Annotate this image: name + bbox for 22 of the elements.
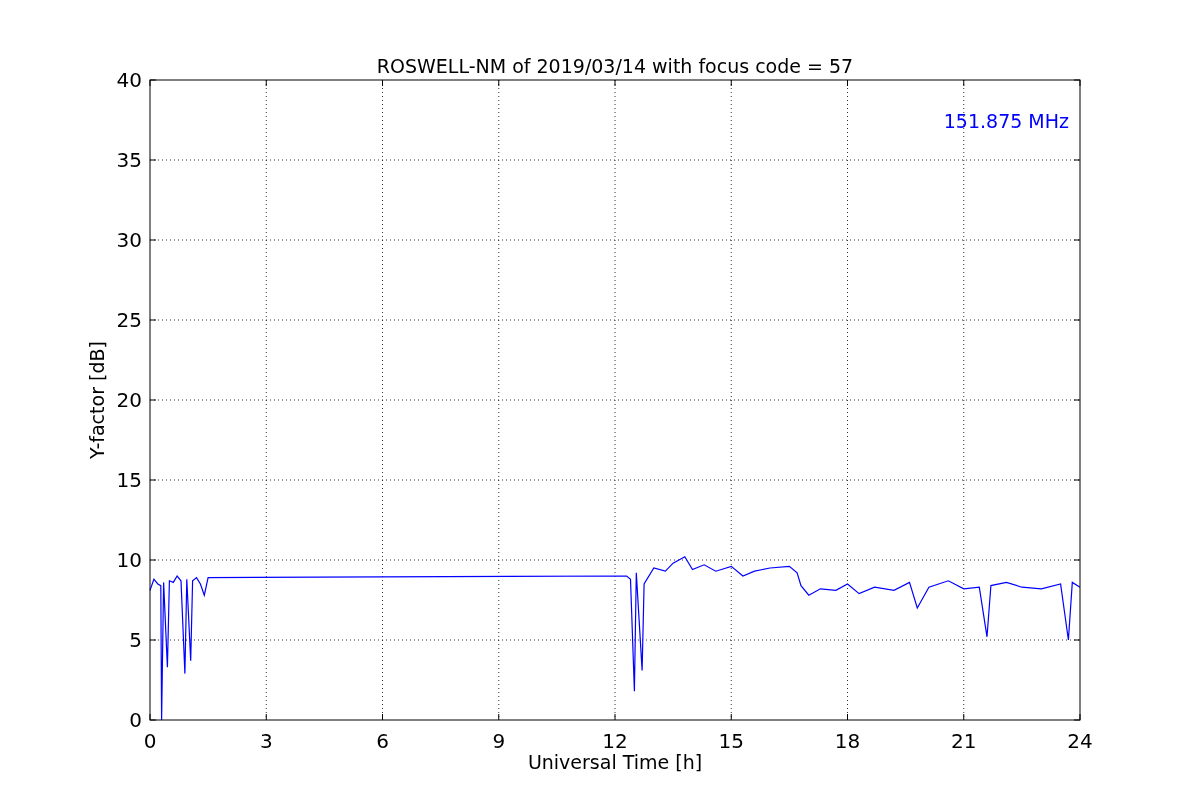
y-tick-label: 10 [116, 548, 142, 572]
x-tick-label: 18 [834, 729, 861, 753]
chart-title: ROSWELL-NM of 2019/03/14 with focus code = 57 [376, 55, 854, 77]
x-axis-label: Universal Time [h] [527, 751, 703, 773]
x-tick-label: 9 [492, 729, 506, 753]
y-tick-label: 25 [116, 308, 142, 332]
y-tick-label: 5 [129, 628, 142, 652]
x-tick-label: 21 [951, 729, 977, 753]
x-tick-label: 15 [718, 729, 744, 753]
y-tick-label: 15 [116, 468, 142, 492]
x-tick-label: 3 [259, 729, 273, 753]
x-tick-label: 6 [376, 729, 389, 753]
frequency-annotation: 151.875 MHz [943, 110, 1069, 132]
x-tick-label: 0 [143, 729, 157, 753]
y-tick-label: 30 [116, 228, 142, 252]
y-axis-label: Y-factor [dB] [86, 341, 108, 459]
y-tick-label: 35 [116, 148, 142, 172]
y-tick-label: 0 [129, 708, 142, 732]
y-tick-label: 40 [116, 68, 142, 92]
x-tick-label: 12 [602, 729, 628, 753]
y-tick-label: 20 [116, 388, 142, 412]
x-tick-label: 24 [1067, 729, 1093, 753]
